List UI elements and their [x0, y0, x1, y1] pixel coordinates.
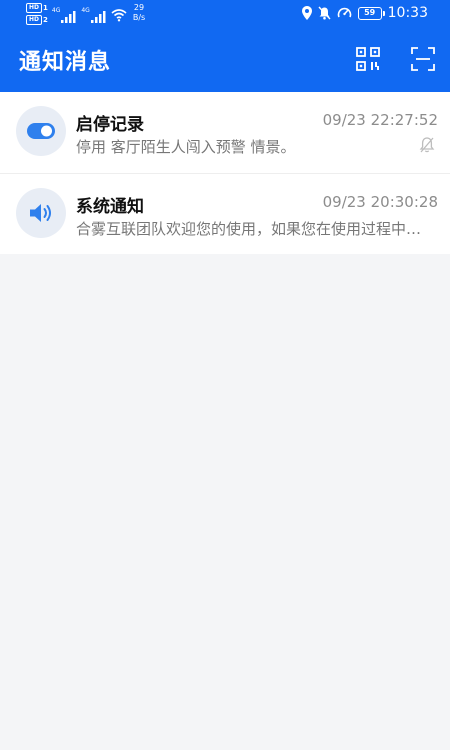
- status-time: 10:33: [387, 5, 428, 21]
- avatar: [16, 106, 66, 156]
- signal-icon: [90, 11, 106, 23]
- item-title: 系统通知: [76, 197, 144, 217]
- status-bar: HD 1 HD 2 4G 4G 29 B/s 59 10:33: [0, 0, 450, 30]
- speed-unit: B/s: [132, 13, 146, 22]
- status-right: 59 10:33: [301, 5, 428, 21]
- avatar: [16, 188, 66, 238]
- speed-value: 29: [133, 3, 145, 12]
- network-type-label: 4G: [81, 7, 90, 14]
- sim-number: 1: [43, 4, 48, 12]
- item-time: 09/23 20:30:28: [322, 193, 438, 211]
- gauge-icon: [337, 7, 351, 18]
- notification-list: 启停记录 09/23 22:27:52 停用 客厅陌生人闯入预警 情景。 系统通…: [0, 92, 450, 254]
- qr-code-button[interactable]: [355, 46, 381, 72]
- qr-code-icon: [356, 47, 380, 71]
- location-icon: [301, 6, 312, 20]
- bell-mute-icon: [318, 6, 331, 20]
- hd-badge: HD: [26, 3, 43, 13]
- sim-tag-1: HD 1: [26, 3, 48, 13]
- signal-group-1: 4G: [52, 3, 77, 23]
- item-title: 启停记录: [76, 115, 144, 135]
- page-title: 通知消息: [19, 50, 112, 75]
- sim-tags: HD 1 HD 2: [26, 3, 48, 25]
- signal-icon: [61, 11, 76, 23]
- sim-number: 2: [43, 16, 48, 24]
- scan-button[interactable]: [410, 46, 436, 72]
- notification-item-system[interactable]: 系统通知 09/23 20:30:28 合雾互联团队欢迎您的使用，如果您在使用过…: [0, 173, 450, 254]
- muted-bell-icon: [419, 137, 435, 153]
- speaker-icon: [30, 204, 51, 222]
- scan-icon: [411, 47, 435, 71]
- notification-item-start-stop[interactable]: 启停记录 09/23 22:27:52 停用 客厅陌生人闯入预警 情景。: [0, 92, 450, 173]
- item-time: 09/23 22:27:52: [322, 111, 438, 129]
- item-preview: 停用 客厅陌生人闯入预警 情景。: [76, 138, 296, 156]
- hd-badge: HD: [26, 15, 43, 25]
- item-preview: 合雾互联团队欢迎您的使用，如果您在使用过程中遇到任何问题: [76, 220, 434, 238]
- status-left: HD 1 HD 2 4G 4G 29 B/s: [26, 3, 145, 25]
- network-type-label: 4G: [51, 7, 61, 14]
- battery-indicator: 59: [357, 6, 385, 20]
- signal-group-2: 4G: [81, 3, 106, 23]
- sim-tag-2: HD 2: [26, 15, 48, 25]
- wifi-icon: [111, 9, 127, 22]
- app-header: HD 1 HD 2 4G 4G 29 B/s 59 10:33 通知消息: [0, 0, 450, 92]
- network-speed: 29 B/s: [133, 3, 145, 23]
- toggle-icon: [27, 123, 55, 139]
